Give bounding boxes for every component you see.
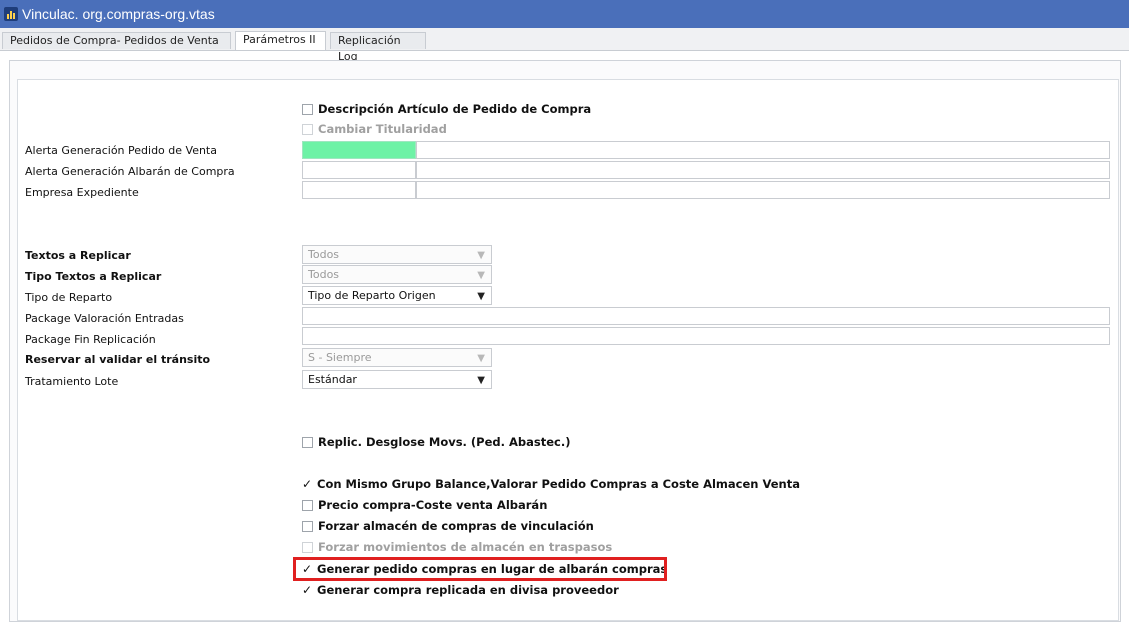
alerta-pedido-venta-input[interactable]	[416, 141, 1110, 159]
tab-bar: Pedidos de Compra- Pedidos de Venta Pará…	[0, 28, 1129, 63]
select-value: Tipo de Reparto Origen	[308, 289, 436, 302]
checkbox-cambiar-titularidad: Cambiar Titularidad	[302, 122, 447, 136]
checkbox-mismo-grupo-balance[interactable]: ✓ Con Mismo Grupo Balance,Valorar Pedido…	[302, 477, 800, 491]
alerta-albaran-compra-code[interactable]	[302, 161, 416, 179]
checkbox-box[interactable]	[302, 520, 313, 532]
checkbox-replic-desglose[interactable]: Replic. Desglose Movs. (Ped. Abastec.)	[302, 435, 571, 449]
checkbox-label: Precio compra-Coste venta Albarán	[318, 498, 548, 512]
empresa-expediente-input[interactable]	[416, 181, 1110, 199]
window-title: Vinculac. org.compras-org.vtas	[22, 6, 215, 22]
checkbox-label: Forzar almacén de compras de vinculación	[318, 519, 594, 533]
label-tratamiento-lote: Tratamiento Lote	[25, 375, 119, 388]
textos-replicar-select: Todos ▼	[302, 245, 492, 264]
checkbox-label: Replic. Desglose Movs. (Ped. Abastec.)	[318, 435, 571, 449]
checkbox-forzar-movimientos: Forzar movimientos de almacén en traspas…	[302, 540, 612, 554]
checkbox-label: Cambiar Titularidad	[318, 122, 447, 136]
label-empresa-expediente: Empresa Expediente	[25, 186, 139, 199]
label-alerta-pedido-venta: Alerta Generación Pedido de Venta	[25, 144, 217, 157]
label-tipo-reparto: Tipo de Reparto	[25, 291, 113, 304]
select-value: Todos	[308, 268, 340, 281]
label-package-fin: Package Fin Replicación	[25, 333, 156, 346]
checkbox-label: Generar compra replicada en divisa prove…	[317, 583, 619, 597]
empresa-expediente-code[interactable]	[302, 181, 416, 199]
window-titlebar: Vinculac. org.compras-org.vtas	[0, 0, 1129, 28]
checkbox-box[interactable]	[302, 436, 313, 448]
dropdown-arrow-icon: ▼	[477, 353, 485, 364]
alerta-pedido-venta-color[interactable]	[302, 141, 416, 159]
dropdown-arrow-icon: ▼	[477, 270, 485, 281]
checkbox-forzar-almacen[interactable]: Forzar almacén de compras de vinculación	[302, 519, 594, 533]
checkbox-label: Descripción Artículo de Pedido de Compra	[318, 102, 592, 116]
label-textos-replicar: Textos a Replicar	[25, 249, 131, 262]
label-alerta-albaran-compra: Alerta Generación Albarán de Compra	[25, 165, 235, 178]
checkmark-icon[interactable]: ✓	[302, 478, 313, 490]
select-value: S - Siempre	[308, 351, 372, 364]
package-fin-input[interactable]	[302, 327, 1110, 345]
dropdown-arrow-icon: ▼	[477, 250, 485, 261]
tipo-textos-replicar-select: Todos ▼	[302, 265, 492, 284]
tab-pedidos[interactable]: Pedidos de Compra- Pedidos de Venta	[2, 32, 231, 49]
tipo-reparto-select[interactable]: Tipo de Reparto Origen ▼	[302, 286, 492, 305]
select-value: Estándar	[308, 373, 357, 386]
tratamiento-lote-select[interactable]: Estándar ▼	[302, 370, 492, 389]
checkmark-icon[interactable]: ✓	[302, 584, 313, 596]
alerta-albaran-compra-input[interactable]	[416, 161, 1110, 179]
tab-replicacion-log[interactable]: Replicación Log	[330, 32, 426, 63]
tab-parametros-ii[interactable]: Parámetros II	[235, 31, 326, 50]
checkbox-compra-divisa-proveedor[interactable]: ✓ Generar compra replicada en divisa pro…	[302, 583, 619, 597]
checkbox-descripcion-articulo[interactable]: Descripción Artículo de Pedido de Compra	[302, 102, 591, 116]
reservar-transito-select: S - Siempre ▼	[302, 348, 492, 367]
label-package-valoracion: Package Valoración Entradas	[25, 312, 184, 325]
label-reservar-transito: Reservar al validar el tránsito	[25, 353, 211, 366]
app-icon	[4, 7, 18, 21]
select-value: Todos	[308, 248, 340, 261]
label-tipo-textos-replicar: Tipo Textos a Replicar	[25, 270, 162, 283]
highlight-box	[293, 557, 667, 581]
dropdown-arrow-icon[interactable]: ▼	[477, 288, 485, 305]
checkbox-box	[302, 541, 313, 553]
checkbox-box[interactable]	[302, 103, 313, 115]
checkbox-label: Forzar movimientos de almacén en traspas…	[318, 540, 613, 554]
package-valoracion-input[interactable]	[302, 307, 1110, 325]
checkbox-precio-compra[interactable]: Precio compra-Coste venta Albarán	[302, 498, 547, 512]
dropdown-arrow-icon[interactable]: ▼	[477, 372, 485, 389]
checkbox-label: Con Mismo Grupo Balance,Valorar Pedido C…	[317, 477, 800, 491]
checkbox-box[interactable]	[302, 499, 313, 511]
checkbox-box	[302, 123, 313, 135]
